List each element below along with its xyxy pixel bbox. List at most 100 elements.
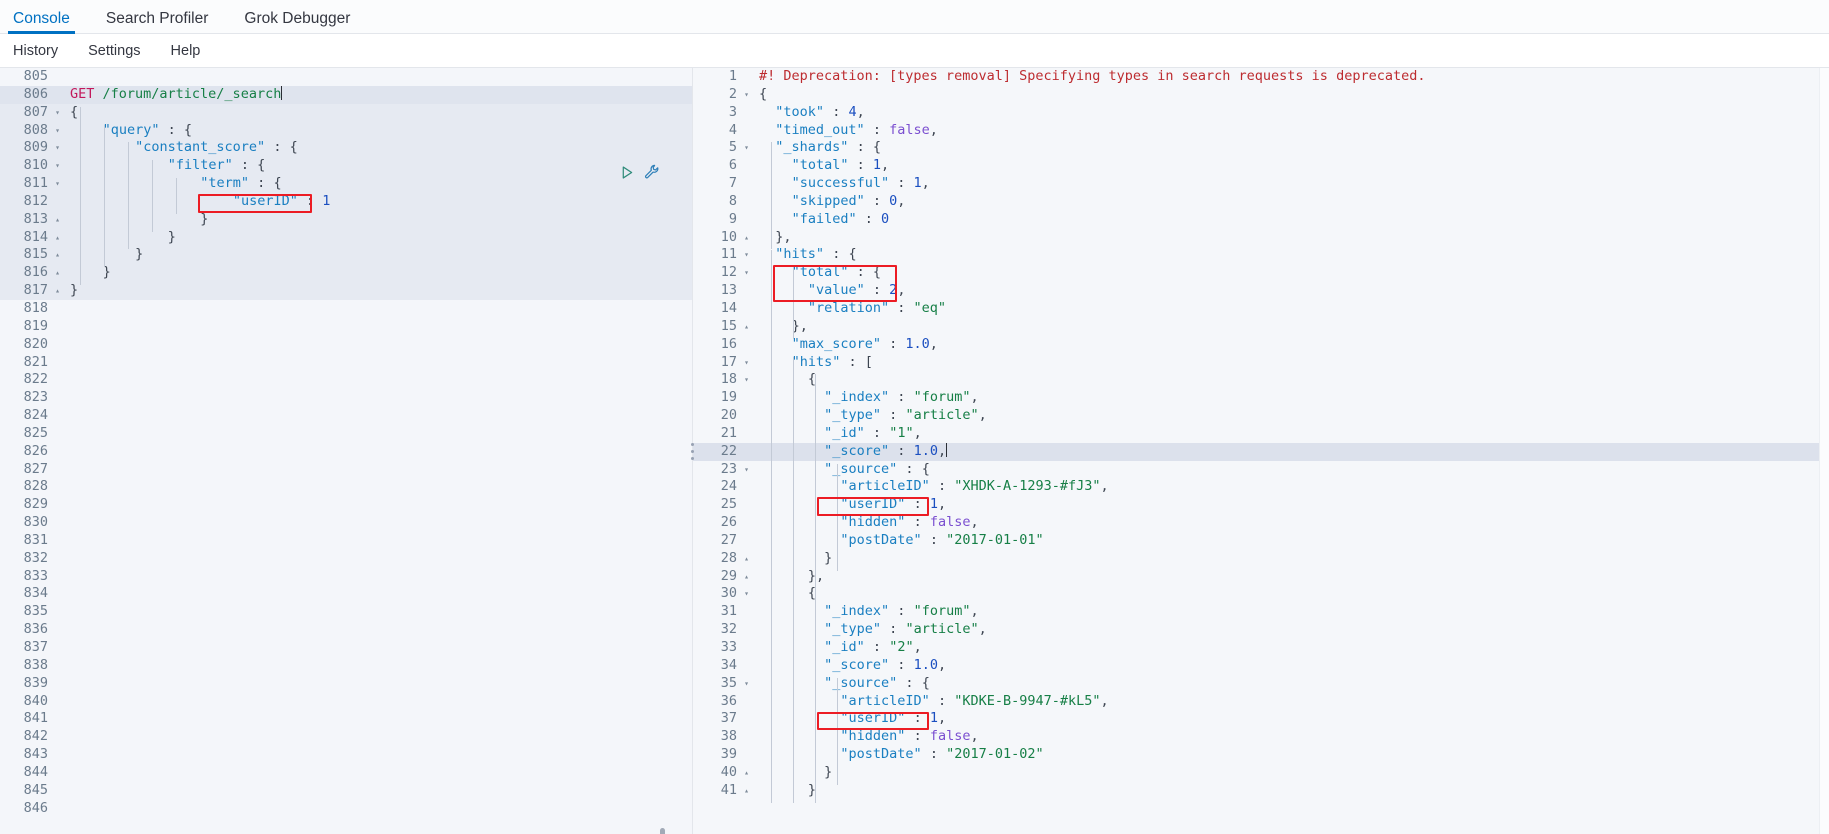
submenu-item-help[interactable]: Help (171, 43, 201, 59)
code-line[interactable]: 828 (0, 478, 692, 496)
fold-toggle-icon[interactable]: ▾ (741, 371, 752, 389)
code-line[interactable]: 824 (0, 407, 692, 425)
code-line[interactable]: 841 (0, 710, 692, 728)
response-scrollbar-track[interactable] (1819, 68, 1829, 834)
code-line[interactable]: 827 (0, 461, 692, 479)
code-line[interactable]: 836 (0, 621, 692, 639)
fold-toggle-icon[interactable]: ▾ (741, 264, 752, 282)
fold-toggle-icon[interactable]: ▾ (741, 461, 752, 479)
code-line[interactable]: 831 (0, 532, 692, 550)
fold-toggle-icon[interactable]: ▴ (52, 246, 63, 264)
code-line[interactable]: 15 ▴ }, (693, 318, 1829, 336)
code-line[interactable]: 27 "postDate" : "2017-01-01" (693, 532, 1829, 550)
code-line[interactable]: 4 "timed_out" : false, (693, 122, 1829, 140)
tab-grok-debugger[interactable]: Grok Debugger (244, 10, 350, 34)
code-line[interactable]: 843 (0, 746, 692, 764)
code-line[interactable]: 835 (0, 603, 692, 621)
fold-toggle-icon[interactable]: ▾ (52, 175, 63, 193)
code-line[interactable]: 806 GET /forum/article/_search (0, 85, 692, 104)
code-line[interactable]: 40 ▴ } (693, 764, 1829, 782)
fold-toggle-icon[interactable]: ▴ (52, 211, 63, 229)
code-line[interactable]: 39 "postDate" : "2017-01-02" (693, 746, 1829, 764)
code-line[interactable]: 30 ▾ { (693, 585, 1829, 603)
tab-console[interactable]: Console (8, 10, 75, 34)
code-line[interactable]: 36 "articleID" : "KDKE-B-9947-#kL5", (693, 693, 1829, 711)
code-line[interactable]: 11 ▾ "hits" : { (693, 246, 1829, 264)
code-line[interactable]: 41 ▴ } (693, 782, 1829, 800)
code-line[interactable]: 818 (0, 300, 692, 318)
fold-toggle-icon[interactable]: ▴ (52, 282, 63, 300)
fold-toggle-icon[interactable]: ▾ (52, 104, 63, 122)
request-scrollbar-thumb[interactable] (660, 828, 665, 834)
submenu-item-settings[interactable]: Settings (88, 43, 140, 59)
code-line[interactable]: 24 "articleID" : "XHDK-A-1293-#fJ3", (693, 478, 1829, 496)
code-line[interactable]: 3 "took" : 4, (693, 104, 1829, 122)
fold-toggle-icon[interactable]: ▴ (741, 568, 752, 586)
code-line[interactable]: 26 "hidden" : false, (693, 514, 1829, 532)
code-line[interactable]: 822 (0, 371, 692, 389)
fold-toggle-icon[interactable]: ▾ (741, 354, 752, 372)
fold-toggle-icon[interactable]: ▴ (52, 264, 63, 282)
code-line[interactable]: 2 ▾ { (693, 86, 1829, 104)
fold-toggle-icon[interactable]: ▴ (741, 764, 752, 782)
request-editor[interactable]: 805 806 GET /forum/article/_search 807 ▾{808… (0, 68, 692, 834)
code-line[interactable]: 842 (0, 728, 692, 746)
wrench-icon[interactable] (644, 164, 660, 180)
code-line[interactable]: 7 "successful" : 1, (693, 175, 1829, 193)
fold-toggle-icon[interactable]: ▴ (741, 229, 752, 247)
code-line[interactable]: 823 (0, 389, 692, 407)
code-line[interactable]: 37 "userID" : 1, (693, 710, 1829, 728)
code-line[interactable]: 6 "total" : 1, (693, 157, 1829, 175)
code-line[interactable]: 32 "_type" : "article", (693, 621, 1829, 639)
code-line[interactable]: 12 ▾ "total" : { (693, 264, 1829, 282)
fold-toggle-icon[interactable]: ▴ (741, 550, 752, 568)
fold-toggle-icon[interactable]: ▾ (52, 157, 63, 175)
code-line[interactable]: 837 (0, 639, 692, 657)
code-line[interactable]: 819 (0, 318, 692, 336)
response-editor[interactable]: 1 #! Deprecation: [types removal] Specify… (692, 68, 1829, 834)
code-line[interactable]: 830 (0, 514, 692, 532)
code-line[interactable]: 807 ▾ { (0, 103, 692, 122)
code-line[interactable]: 8 "skipped" : 0, (693, 193, 1829, 211)
fold-toggle-icon[interactable]: ▾ (52, 139, 63, 157)
code-line[interactable]: 34 "_score" : 1.0, (693, 657, 1829, 675)
code-line[interactable]: 20 "_type" : "article", (693, 407, 1829, 425)
fold-toggle-icon[interactable]: ▾ (741, 139, 752, 157)
fold-toggle-icon[interactable]: ▾ (741, 86, 752, 104)
code-line[interactable]: 31 "_index" : "forum", (693, 603, 1829, 621)
code-line[interactable]: 16 "max_score" : 1.0, (693, 336, 1829, 354)
code-line[interactable]: 829 (0, 496, 692, 514)
code-line[interactable]: 840 (0, 693, 692, 711)
code-line[interactable]: 21 "_id" : "1", (693, 425, 1829, 443)
code-line[interactable]: 833 (0, 568, 692, 586)
code-line[interactable]: 846 (0, 800, 692, 818)
code-line[interactable]: 17 ▾ "hits" : [ (693, 354, 1829, 372)
code-line[interactable]: 821 (0, 354, 692, 372)
code-line[interactable]: 834 (0, 585, 692, 603)
submenu-item-history[interactable]: History (13, 43, 58, 59)
fold-toggle-icon[interactable]: ▴ (741, 318, 752, 336)
code-line[interactable]: 22 "_score" : 1.0, (693, 442, 1829, 461)
code-line[interactable]: 839 (0, 675, 692, 693)
code-line[interactable]: 825 (0, 425, 692, 443)
play-icon[interactable] (620, 165, 635, 180)
code-line[interactable]: 14 "relation" : "eq" (693, 300, 1829, 318)
code-line[interactable]: 19 "_index" : "forum", (693, 389, 1829, 407)
code-line[interactable]: 33 "_id" : "2", (693, 639, 1829, 657)
code-line[interactable]: 18 ▾ { (693, 371, 1829, 389)
code-line[interactable]: 10 ▴ }, (693, 229, 1829, 247)
code-line[interactable]: 844 (0, 764, 692, 782)
code-line[interactable]: 28 ▴ } (693, 550, 1829, 568)
code-line[interactable]: 38 "hidden" : false, (693, 728, 1829, 746)
code-line[interactable]: 25 "userID" : 1, (693, 496, 1829, 514)
code-line[interactable]: 29 ▴ }, (693, 568, 1829, 586)
fold-toggle-icon[interactable]: ▴ (741, 782, 752, 800)
fold-toggle-icon[interactable]: ▾ (741, 246, 752, 264)
code-line[interactable]: 5 ▾ "_shards" : { (693, 139, 1829, 157)
code-line[interactable]: 23 ▾ "_source" : { (693, 461, 1829, 479)
code-line[interactable]: 805 (0, 68, 692, 86)
code-line[interactable]: 817 ▴} (0, 282, 692, 300)
code-line[interactable]: 9 "failed" : 0 (693, 211, 1829, 229)
code-line[interactable]: 820 (0, 336, 692, 354)
code-line[interactable]: 35 ▾ "_source" : { (693, 675, 1829, 693)
